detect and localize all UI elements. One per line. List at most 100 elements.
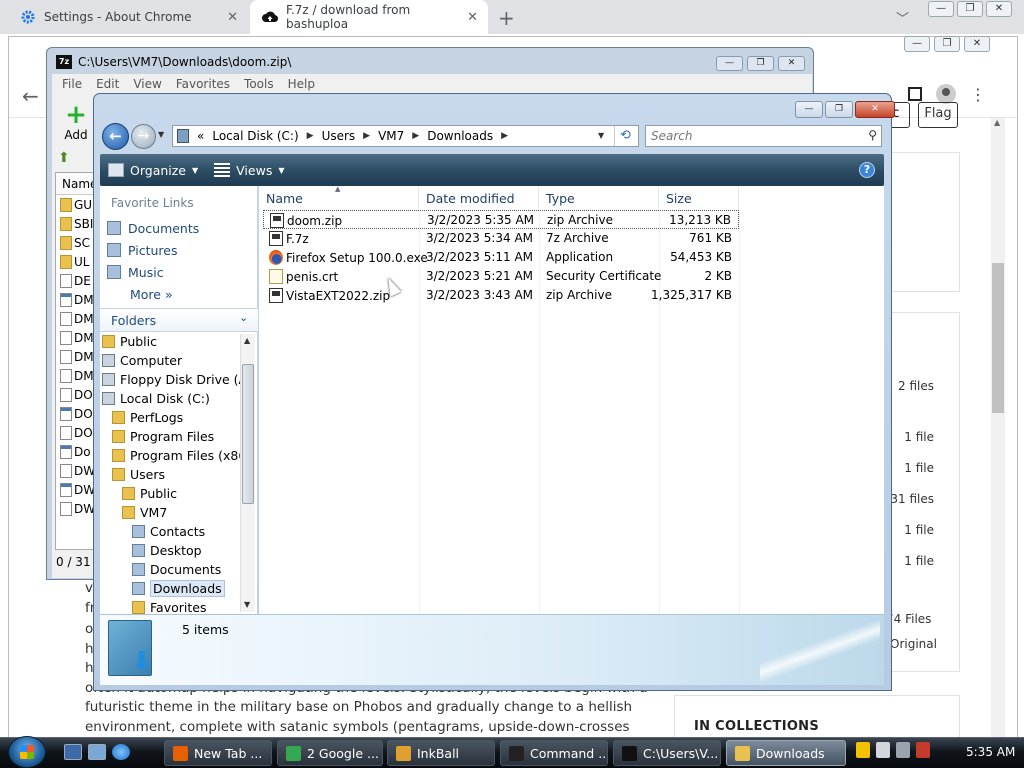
tree-item[interactable]: Downloads [132,579,225,598]
new-tab-button[interactable]: + [498,6,515,30]
restore-button[interactable]: ❐ [747,56,774,71]
close-button[interactable]: ✕ [964,36,990,52]
column-header-name[interactable]: Name [56,173,94,195]
tree-item[interactable]: Floppy Disk Drive (A:) [102,370,256,389]
list-item[interactable]: UL [56,252,94,271]
breadcrumb-separator-icon[interactable]: ▶ [501,131,508,141]
tree-scrollbar[interactable]: ▲ ▼ [240,334,255,612]
switch-windows-icon[interactable] [88,744,106,760]
forward-icon[interactable]: → [131,124,156,149]
chevron-down-icon[interactable]: ⌄ [239,311,248,324]
scroll-down-icon[interactable]: ▼ [244,600,250,609]
add-button[interactable]: + Add [62,102,90,142]
shield-icon[interactable] [856,742,870,758]
tree-item[interactable]: Desktop [132,541,202,560]
tab-download[interactable]: F.7z / download from bashuploa ✕ [250,0,488,34]
file-row[interactable]: F.7z 3/2/2023 5:34 AM 7z Archive 761 KB [263,229,739,248]
internet-explorer-icon[interactable] [112,744,130,760]
search-icon[interactable]: ⚲ [868,128,877,142]
side-panel-icon[interactable] [908,87,922,101]
taskbar-button-folder[interactable]: Downloads [726,740,846,766]
list-item[interactable]: DM [56,309,94,328]
list-item[interactable]: DM [56,328,94,347]
tree-item[interactable]: PerfLogs [112,408,183,427]
list-item[interactable]: DW [56,499,94,518]
tree-item[interactable]: Program Files (x86) [112,446,251,465]
file-row[interactable]: doom.zip 3/2/2023 5:35 AM zip Archive 13,21… [263,210,739,229]
tree-item[interactable]: Contacts [132,522,205,541]
help-icon[interactable]: ? [859,162,875,178]
list-item[interactable]: SC [56,233,94,252]
menu-dots-icon[interactable]: ⋮ [970,85,986,104]
list-item[interactable]: DM [56,366,94,385]
views-button[interactable]: Views ▼ [206,163,292,178]
display-icon[interactable] [896,742,910,758]
scrollbar-thumb[interactable] [242,364,254,504]
close-button[interactable]: ✕ [778,56,805,71]
breadcrumb-separator-icon[interactable]: ▶ [412,131,419,141]
menu-edit[interactable]: Edit [96,77,119,91]
menu-help[interactable]: Help [288,77,315,91]
menu-tools[interactable]: Tools [244,77,274,91]
column-header-type[interactable]: Type [539,186,659,210]
tree-item[interactable]: Users [112,465,165,484]
list-item[interactable]: DO [56,404,94,423]
tree-item[interactable]: Program Files [112,427,214,446]
list-item[interactable]: GU [56,195,94,214]
up-folder-icon[interactable]: ⬆ [58,150,76,166]
address-bar[interactable]: « Local Disk (C:) ▶ Users ▶ VM7 ▶ Downlo… [172,125,639,147]
back-arrow-icon[interactable]: ← [22,84,39,108]
taskbar-button-inkball[interactable]: InkBall [387,740,495,766]
search-input[interactable]: Search ⚲ [645,125,882,147]
column-header-date[interactable]: Date modified [419,186,539,210]
scroll-up-icon[interactable]: ▲ [244,336,250,345]
menu-favorites[interactable]: Favorites [176,77,230,91]
menu-view[interactable]: View [133,77,161,91]
list-item[interactable]: SBI [56,214,94,233]
file-row[interactable]: VistaEXT2022.zip 3/2/2023 3:43 AM zip Arch… [263,286,739,305]
restore-button[interactable]: ❐ [957,1,983,17]
taskbar-button-cmd[interactable]: Command ... [500,740,608,766]
tree-item[interactable]: Local Disk (C:) [102,389,210,408]
restore-button[interactable]: ❐ [934,36,960,52]
address-dropdown-icon[interactable]: ▼ [598,131,604,140]
breadcrumb-vm7[interactable]: VM7 [378,129,404,143]
close-tab-icon[interactable]: ✕ [227,10,238,25]
list-item[interactable]: DW [56,480,94,499]
tree-item[interactable]: Public [102,332,157,351]
organize-button[interactable]: Organize ▼ [100,163,206,178]
minimize-button[interactable]: — [795,101,823,118]
tree-item[interactable]: Computer [102,351,182,370]
tree-item[interactable]: Documents [132,560,221,579]
favorite-documents[interactable]: Documents [107,219,199,237]
flag-button[interactable]: Flag [918,102,958,128]
start-button[interactable] [8,736,46,768]
address-overflow[interactable]: « [197,129,204,143]
recent-pages-dropdown-icon[interactable]: ▼ [158,130,164,139]
scroll-up-icon[interactable]: ▲ [994,118,1000,127]
volume-muted-icon[interactable] [916,742,930,758]
maximize-button[interactable]: ❐ [825,101,853,118]
close-button[interactable]: ✕ [855,101,895,118]
tab-settings[interactable]: Settings - About Chrome ✕ [8,0,248,34]
tree-item[interactable]: Public [122,484,177,503]
taskbar-button-firefox[interactable]: New Tab ... [164,740,272,766]
list-item[interactable]: DM [56,290,94,309]
close-button[interactable]: ✕ [986,1,1012,17]
profile-avatar[interactable] [936,84,956,104]
network-icon[interactable] [876,742,890,758]
list-item[interactable]: DE [56,271,94,290]
list-item[interactable]: DW [56,461,94,480]
breadcrumb-separator-icon[interactable]: ▶ [307,131,314,141]
breadcrumb-separator-icon[interactable]: ▶ [363,131,370,141]
breadcrumb-local-disk[interactable]: Local Disk (C:) [212,129,298,143]
clock[interactable]: 5:35 AM [966,745,1015,759]
breadcrumb-downloads[interactable]: Downloads [427,129,493,143]
page-scrollbar[interactable] [991,118,1005,738]
close-tab-icon[interactable]: ✕ [467,10,478,25]
refresh-icon[interactable]: ⟲ [614,126,636,146]
taskbar-button-chrome[interactable]: 2 Google ...▼ [277,740,383,766]
show-desktop-icon[interactable] [64,744,82,760]
original-label[interactable]: Original [890,637,937,651]
file-row[interactable]: penis.crt 3/2/2023 5:21 AM Security Certif… [263,267,739,286]
